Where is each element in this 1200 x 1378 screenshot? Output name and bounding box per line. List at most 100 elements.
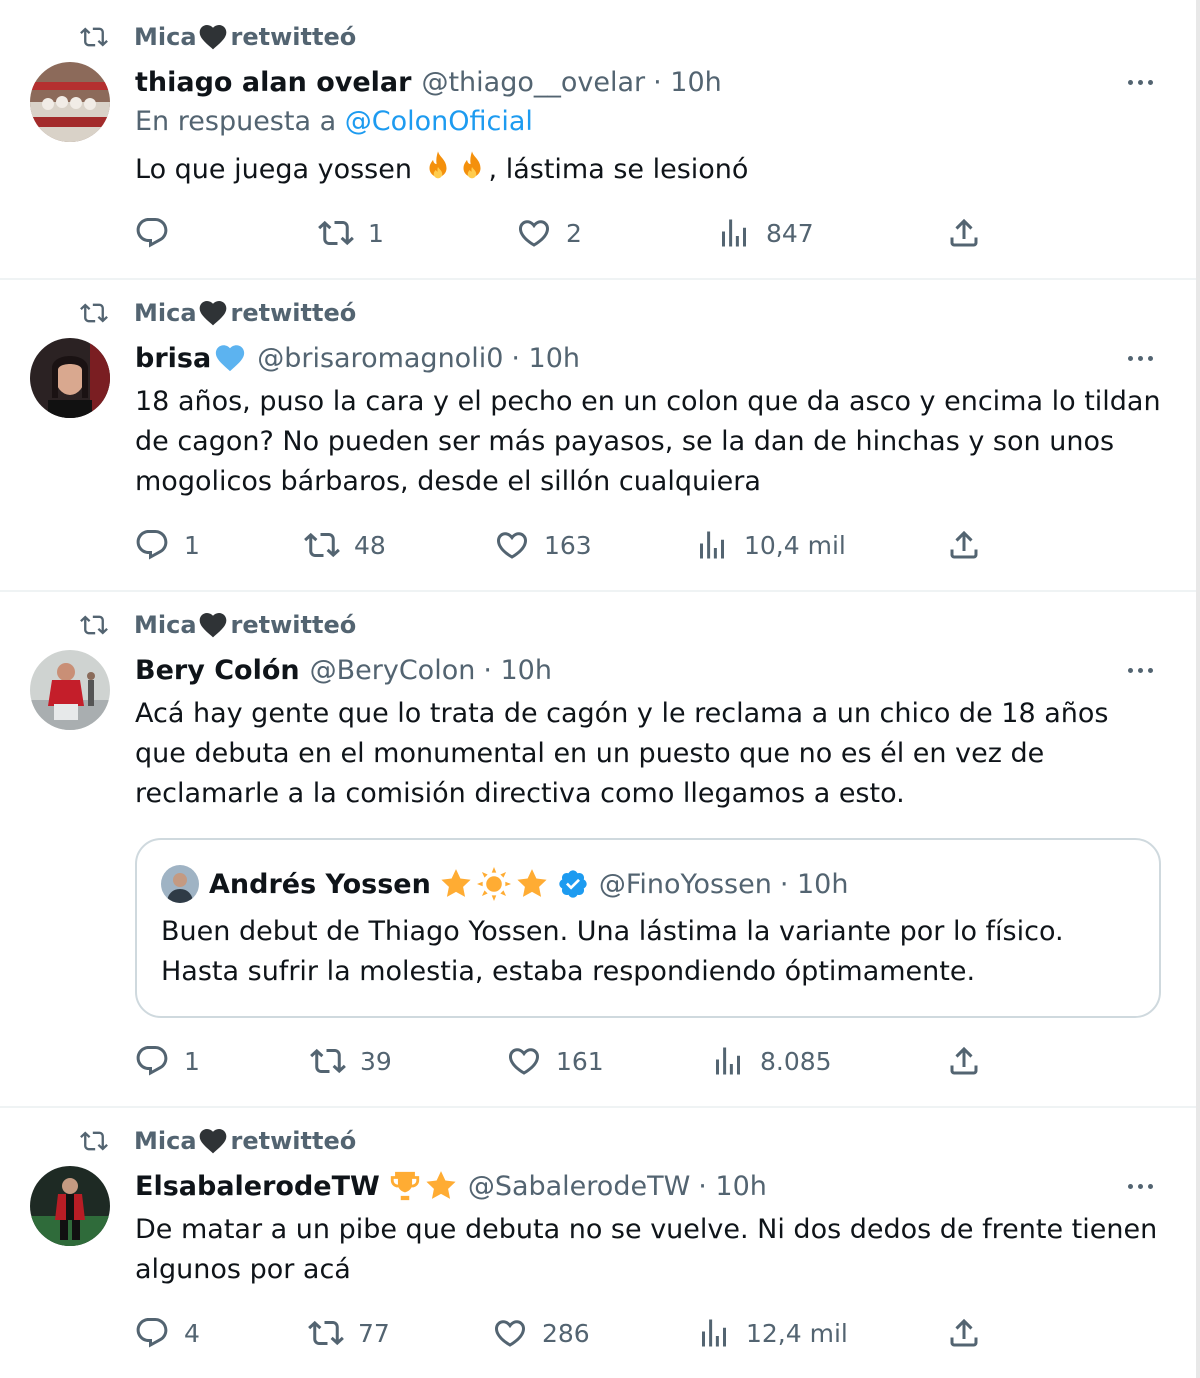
like-button[interactable]: 163 xyxy=(494,527,592,563)
more-options-button[interactable] xyxy=(1122,655,1158,685)
share-button[interactable] xyxy=(946,1315,982,1351)
retweeter-name[interactable]: Mica xyxy=(134,23,197,51)
black-heart-icon xyxy=(197,21,229,53)
trophy-emoji-icon xyxy=(388,1169,422,1203)
views-button[interactable]: 847 xyxy=(716,215,814,251)
tweet-text: Lo que juega yossen , lástima se lesionó xyxy=(135,150,1165,190)
reply-prefix: En respuesta a xyxy=(135,106,345,137)
share-button[interactable] xyxy=(946,215,982,251)
retweet-icon xyxy=(304,527,340,563)
quoted-tweet[interactable]: Andrés Yossen @FinoYossen · 10h Buen deb… xyxy=(135,838,1161,1018)
reply-icon xyxy=(134,1043,170,1079)
heart-icon xyxy=(516,215,552,251)
quoted-tweet-time[interactable]: · 10h xyxy=(780,869,849,900)
quoted-avatar[interactable] xyxy=(161,865,199,903)
view-count: 847 xyxy=(766,218,814,248)
views-button[interactable]: 8.085 xyxy=(710,1043,832,1079)
fire-emoji-icon xyxy=(455,150,489,184)
verified-badge-icon[interactable] xyxy=(557,868,589,900)
retweet-context: Mica retwitteó xyxy=(78,1124,356,1158)
star-emoji-icon xyxy=(515,867,549,901)
reply-button[interactable]: 1 xyxy=(134,1043,200,1079)
quoted-tweet-text: Buen debut de Thiago Yossen. Una lástima… xyxy=(161,916,1064,987)
retweeter-name[interactable]: Mica xyxy=(134,299,197,327)
tweet-text: De matar a un pibe que debuta no se vuel… xyxy=(135,1214,1158,1285)
reply-button[interactable] xyxy=(134,215,184,251)
avatar[interactable] xyxy=(30,62,110,142)
heart-icon xyxy=(494,527,530,563)
avatar[interactable] xyxy=(30,650,110,730)
like-button[interactable]: 2 xyxy=(516,215,582,251)
view-count: 10,4 mil xyxy=(744,530,846,560)
quoted-author-handle[interactable]: @FinoYossen xyxy=(599,869,772,900)
tweet-header: brisa @brisaromagnoli0 · 10h xyxy=(135,338,580,378)
like-button[interactable]: 286 xyxy=(492,1315,590,1351)
like-count: 163 xyxy=(544,530,592,560)
action-bar: 4 77 286 12,4 mil xyxy=(0,1315,1196,1355)
retweet-button[interactable]: 48 xyxy=(304,527,386,563)
more-options-button[interactable] xyxy=(1122,1171,1158,1201)
tweet-time[interactable]: · 10h xyxy=(653,67,722,98)
tweet-time[interactable]: · 10h xyxy=(483,655,552,686)
author-handle[interactable]: @SabalerodeTW xyxy=(468,1171,690,1202)
retweet-context: Mica retwitteó xyxy=(78,608,356,642)
retweet-icon xyxy=(310,1043,346,1079)
retweet-count: 77 xyxy=(358,1318,390,1348)
retweeter-name[interactable]: Mica xyxy=(134,611,197,639)
retweet-button[interactable]: 39 xyxy=(310,1043,392,1079)
bar-chart-icon xyxy=(716,215,752,251)
reply-mention-link[interactable]: @ColonOficial xyxy=(345,106,533,137)
black-heart-icon xyxy=(197,297,229,329)
action-bar: 1 48 163 10,4 mil xyxy=(0,527,1196,567)
retweeted-label: retwitteó xyxy=(230,1127,357,1155)
retweet-context: Mica retwitteó xyxy=(78,20,356,54)
views-button[interactable]: 10,4 mil xyxy=(694,527,846,563)
like-count: 161 xyxy=(556,1046,604,1076)
quoted-author-name[interactable]: Andrés Yossen xyxy=(209,869,431,900)
star-emoji-icon xyxy=(439,867,473,901)
tweet-time[interactable]: · 10h xyxy=(511,343,580,374)
tweet-time[interactable]: · 10h xyxy=(698,1171,767,1202)
share-button[interactable] xyxy=(946,527,982,563)
black-heart-icon xyxy=(197,609,229,641)
share-button[interactable] xyxy=(946,1043,982,1079)
retweet-context-icon xyxy=(78,23,110,51)
tweet-card[interactable]: Mica retwitteó Bery Colón @BeryColon · 1… xyxy=(0,592,1196,1108)
like-button[interactable]: 161 xyxy=(506,1043,604,1079)
avatar[interactable] xyxy=(30,1166,110,1246)
tweet-card[interactable]: Mica retwitteó thiago alan ovelar @thiag… xyxy=(0,0,1196,280)
tweet-text: 18 años, puso la cara y el pecho en un c… xyxy=(135,386,1161,497)
retweeter-name[interactable]: Mica xyxy=(134,1127,197,1155)
retweet-button[interactable]: 1 xyxy=(318,215,384,251)
retweet-context: Mica retwitteó xyxy=(78,296,356,330)
scrollbar-track[interactable] xyxy=(1196,0,1200,1378)
reply-button[interactable]: 1 xyxy=(134,527,200,563)
retweet-icon xyxy=(318,215,354,251)
author-handle[interactable]: @brisaromagnoli0 xyxy=(257,343,503,374)
author-name[interactable]: brisa xyxy=(135,343,211,374)
tweet-text-part: , lástima se lesionó xyxy=(488,154,749,185)
more-options-button[interactable] xyxy=(1122,67,1158,97)
more-options-button[interactable] xyxy=(1122,343,1158,373)
tweet-header: ElsabalerodeTW @SabalerodeTW · 10h xyxy=(135,1166,767,1206)
author-handle[interactable]: @thiago__ovelar xyxy=(421,67,645,98)
retweet-count: 39 xyxy=(360,1046,392,1076)
author-handle[interactable]: @BeryColon xyxy=(310,655,476,686)
reply-button[interactable]: 4 xyxy=(134,1315,200,1351)
author-name[interactable]: Bery Colón xyxy=(135,655,300,686)
action-bar: 1 2 847 xyxy=(0,215,1196,255)
author-name[interactable]: thiago alan ovelar xyxy=(135,67,411,98)
tweet-card[interactable]: Mica retwitteó ElsabalerodeTW @Sabalerod… xyxy=(0,1108,1196,1378)
retweet-context-icon xyxy=(78,299,110,327)
retweet-button[interactable]: 77 xyxy=(308,1315,390,1351)
tweet-text-part: Lo que juega yossen xyxy=(135,154,421,185)
share-icon xyxy=(946,1043,982,1079)
like-count: 2 xyxy=(566,218,582,248)
blue-heart-icon xyxy=(213,341,247,375)
retweet-context-icon xyxy=(78,1127,110,1155)
avatar[interactable] xyxy=(30,338,110,418)
sun-emoji-icon xyxy=(477,867,511,901)
tweet-card[interactable]: Mica retwitteó brisa @brisaromagnoli0 · … xyxy=(0,280,1196,592)
views-button[interactable]: 12,4 mil xyxy=(696,1315,848,1351)
author-name[interactable]: ElsabalerodeTW xyxy=(135,1171,380,1202)
